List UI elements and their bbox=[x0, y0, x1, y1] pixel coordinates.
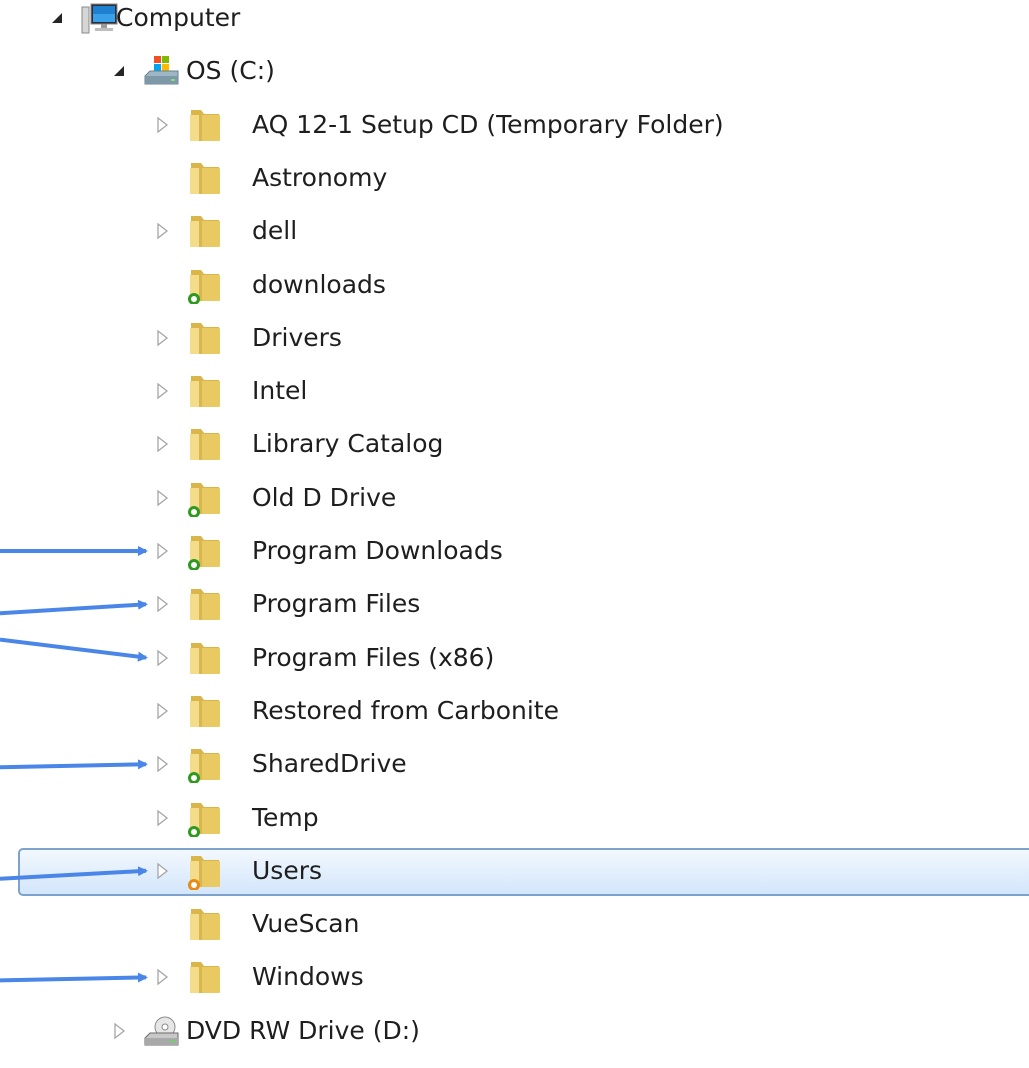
tree-item-label: Library Catalog bbox=[252, 429, 444, 459]
tree-item-label: DVD RW Drive (D:) bbox=[186, 1015, 420, 1045]
expand-arrow-icon[interactable] bbox=[155, 649, 171, 667]
expand-arrow-icon[interactable] bbox=[155, 489, 171, 507]
folder-icon bbox=[185, 159, 225, 197]
tree-item-label: Intel bbox=[252, 376, 308, 406]
tree-item-label: Restored from Carbonite bbox=[252, 695, 559, 725]
tree-item-astronomy[interactable]: Astronomy bbox=[0, 153, 1029, 203]
tree-item-label: Temp bbox=[252, 802, 319, 832]
tree-item-label: SharedDrive bbox=[252, 749, 407, 779]
expand-arrow-icon[interactable] bbox=[155, 116, 171, 134]
expand-arrow-icon[interactable] bbox=[155, 222, 171, 240]
tree-item-downloads[interactable]: downloads bbox=[0, 260, 1029, 310]
tree-item-label: Users bbox=[252, 855, 323, 885]
tree-item-temp[interactable]: Temp bbox=[0, 793, 1029, 843]
os-drive-icon bbox=[142, 52, 182, 90]
expand-arrow-icon[interactable] bbox=[155, 382, 171, 400]
tree-item-restored-from-carbonite[interactable]: Restored from Carbonite bbox=[0, 686, 1029, 736]
tree-item-label: Program Files bbox=[252, 589, 421, 619]
shared-folder-icon bbox=[185, 532, 225, 571]
expand-arrow-icon[interactable] bbox=[155, 702, 171, 720]
tree-item-dell[interactable]: dell bbox=[0, 206, 1029, 256]
expand-arrow-icon[interactable] bbox=[112, 1022, 128, 1040]
tree-item-windows[interactable]: Windows bbox=[0, 952, 1029, 1002]
tree-item-program-files[interactable]: Program Files bbox=[0, 579, 1029, 629]
shared-folder-icon bbox=[185, 266, 225, 305]
folder-icon bbox=[185, 106, 225, 144]
expand-arrow-icon[interactable] bbox=[155, 862, 171, 880]
tree-item-os-c[interactable]: OS (C:) bbox=[0, 46, 1029, 96]
tree-item-label: dell bbox=[252, 216, 298, 246]
folder-icon bbox=[185, 319, 225, 357]
tree-item-label: Computer bbox=[116, 3, 241, 32]
collapse-arrow-icon[interactable] bbox=[50, 9, 66, 27]
folder-icon bbox=[185, 958, 225, 996]
tree-item-label: downloads bbox=[252, 269, 386, 299]
expand-arrow-icon[interactable] bbox=[155, 755, 171, 773]
tree-item-label: AQ 12-1 Setup CD (Temporary Folder) bbox=[252, 109, 724, 139]
expand-arrow-icon[interactable] bbox=[155, 435, 171, 453]
expand-arrow-icon[interactable] bbox=[155, 542, 171, 560]
tree-item-label: VueScan bbox=[252, 909, 360, 939]
folder-icon bbox=[185, 692, 225, 730]
tree-item-vuescan[interactable]: VueScan bbox=[0, 899, 1029, 949]
folder-icon bbox=[185, 425, 225, 463]
tree-item-label: Old D Drive bbox=[252, 482, 397, 512]
folder-icon bbox=[185, 372, 225, 410]
tree-item-old-d-drive[interactable]: Old D Drive bbox=[0, 473, 1029, 523]
folder-icon bbox=[185, 905, 225, 943]
tree-item-label: OS (C:) bbox=[186, 56, 275, 86]
shared-folder-icon bbox=[185, 745, 225, 785]
shared-folder-icon bbox=[185, 479, 225, 518]
folder-tree: Computer OS (C:) AQ 12-1 Setup CD (Tempo… bbox=[0, 0, 1029, 1068]
folder-icon bbox=[185, 585, 225, 623]
users-shared-folder-icon bbox=[185, 852, 225, 891]
tree-item-shareddrive[interactable]: SharedDrive bbox=[0, 739, 1029, 789]
expand-arrow-icon[interactable] bbox=[155, 595, 171, 613]
dvd-drive-icon bbox=[142, 1012, 182, 1050]
tree-item-label: Program Downloads bbox=[252, 536, 503, 565]
tree-item-users[interactable]: Users bbox=[0, 846, 1029, 896]
tree-item-label: Astronomy bbox=[252, 162, 388, 192]
shared-folder-icon bbox=[185, 799, 225, 838]
tree-item-drivers[interactable]: Drivers bbox=[0, 313, 1029, 363]
collapse-arrow-icon[interactable] bbox=[112, 62, 128, 80]
folder-icon bbox=[185, 639, 225, 677]
expand-arrow-icon[interactable] bbox=[155, 809, 171, 827]
tree-item-dvd-rw-drive-d[interactable]: DVD RW Drive (D:) bbox=[0, 1006, 1029, 1056]
computer-icon bbox=[80, 0, 120, 37]
expand-arrow-icon[interactable] bbox=[155, 968, 171, 986]
folder-icon bbox=[185, 212, 225, 250]
expand-arrow-icon[interactable] bbox=[155, 329, 171, 347]
tree-item-program-files-x86[interactable]: Program Files (x86) bbox=[0, 633, 1029, 683]
tree-item-computer[interactable]: Computer bbox=[0, 0, 1029, 43]
tree-item-aq-12-1-setup-cd-temporary-folder[interactable]: AQ 12-1 Setup CD (Temporary Folder) bbox=[0, 100, 1029, 150]
tree-item-program-downloads[interactable]: Program Downloads bbox=[0, 526, 1029, 576]
tree-item-label: Drivers bbox=[252, 322, 342, 352]
tree-item-label: Windows bbox=[252, 962, 364, 992]
tree-item-label: Program Files (x86) bbox=[252, 642, 495, 672]
tree-item-intel[interactable]: Intel bbox=[0, 366, 1029, 416]
tree-item-library-catalog[interactable]: Library Catalog bbox=[0, 419, 1029, 469]
